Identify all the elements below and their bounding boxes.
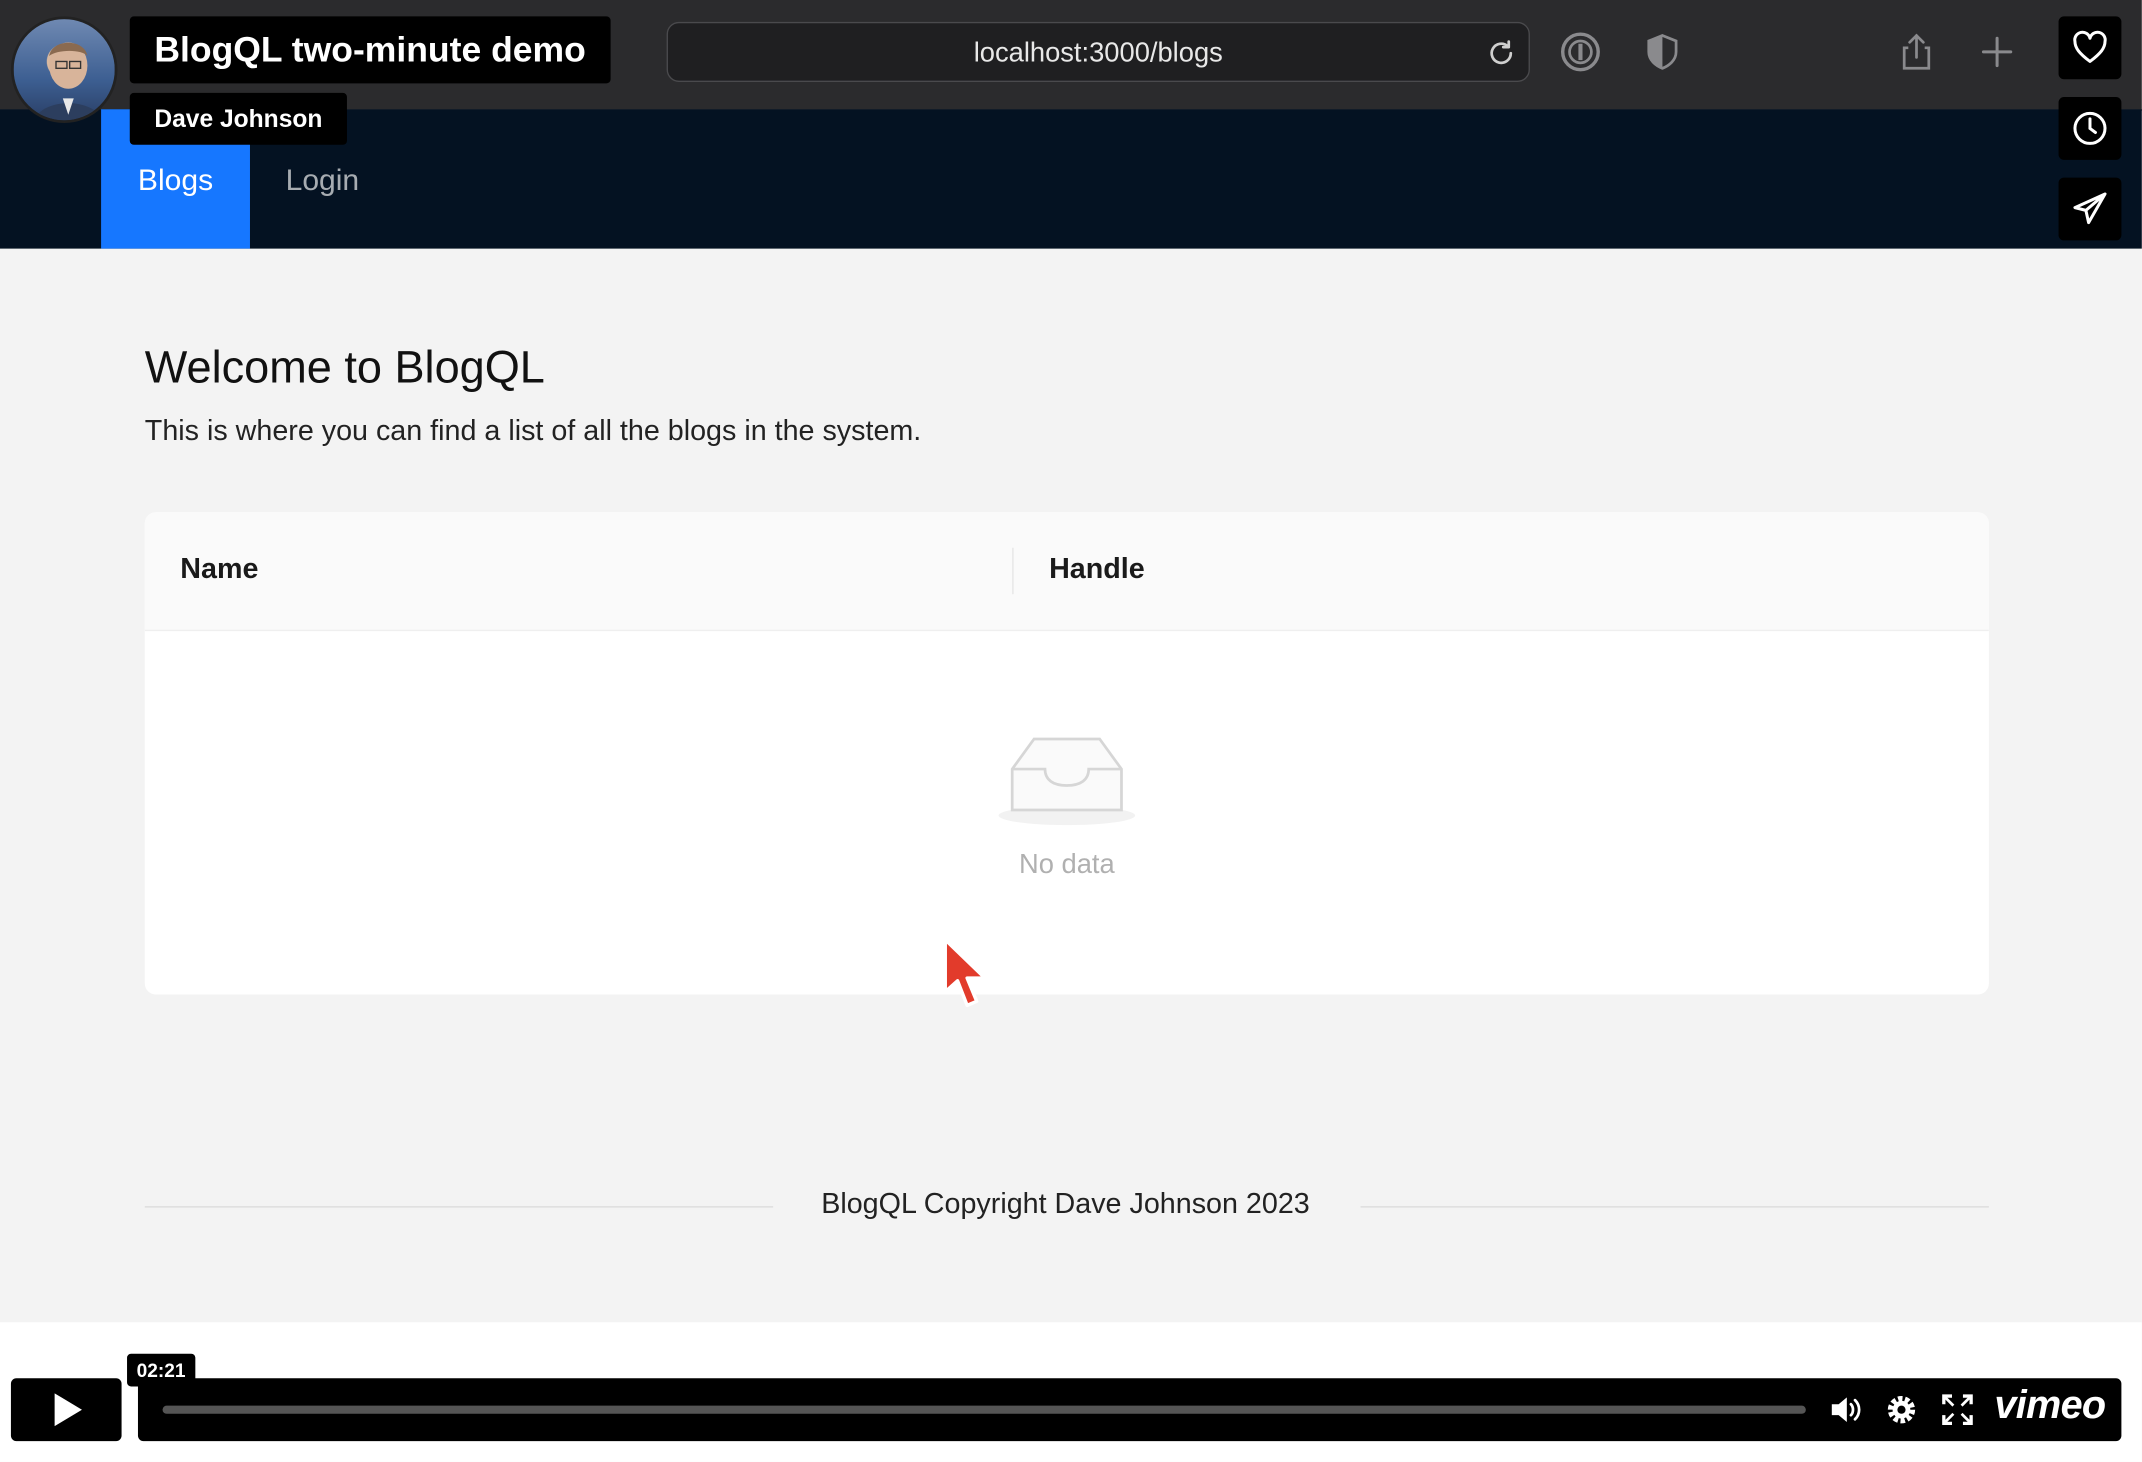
- column-header-name[interactable]: Name: [180, 553, 258, 586]
- play-icon: [53, 1393, 82, 1427]
- address-bar[interactable]: localhost:3000/blogs: [666, 21, 1530, 82]
- password-manager-icon[interactable]: [1560, 31, 1601, 72]
- page-title: Welcome to BlogQL: [144, 341, 545, 393]
- share-video-button[interactable]: [2058, 177, 2122, 241]
- fullscreen-icon[interactable]: [1940, 1392, 1976, 1428]
- mouse-cursor-icon: [943, 938, 987, 1008]
- empty-state-text: No data: [1018, 849, 1115, 880]
- shield-icon[interactable]: [1642, 31, 1683, 72]
- new-tab-icon[interactable]: [1977, 31, 2018, 72]
- watch-later-button[interactable]: [2058, 96, 2122, 160]
- empty-inbox-icon: [998, 737, 1136, 826]
- table-header: Name Handle: [144, 512, 1989, 632]
- settings-gear-icon[interactable]: [1884, 1392, 1920, 1428]
- video-controls-bar: [137, 1378, 2122, 1442]
- progress-bar[interactable]: [162, 1405, 1806, 1414]
- heart-icon: [2073, 30, 2107, 63]
- video-author[interactable]: Dave Johnson: [129, 92, 348, 145]
- url-text: localhost:3000/blogs: [973, 38, 1223, 69]
- share-icon[interactable]: [1896, 31, 1937, 72]
- page-subtitle: This is where you can find a list of all…: [144, 415, 922, 447]
- video-title[interactable]: BlogQL two-minute demo: [129, 16, 611, 84]
- time-tooltip-caret: [151, 1382, 171, 1395]
- column-divider: [1012, 547, 1014, 595]
- footer-divider-right: [1360, 1206, 1989, 1208]
- footer-copyright: BlogQL Copyright Dave Johnson 2023: [821, 1188, 1310, 1220]
- blogs-table: Name Handle No data: [144, 512, 1989, 995]
- play-button[interactable]: [10, 1378, 122, 1442]
- like-button[interactable]: [2058, 16, 2122, 80]
- vimeo-logo[interactable]: vimeo: [1994, 1384, 2106, 1429]
- volume-icon[interactable]: [1828, 1392, 1864, 1428]
- reload-icon[interactable]: [1485, 37, 1518, 70]
- clock-icon: [2073, 111, 2107, 145]
- author-avatar[interactable]: [10, 16, 118, 123]
- footer-divider-left: [144, 1206, 774, 1208]
- column-header-handle[interactable]: Handle: [1049, 553, 1145, 586]
- paper-plane-icon: [2073, 192, 2107, 225]
- video-frame: localhost:3000/blogs Blogs Login BlogQL …: [0, 0, 2142, 1462]
